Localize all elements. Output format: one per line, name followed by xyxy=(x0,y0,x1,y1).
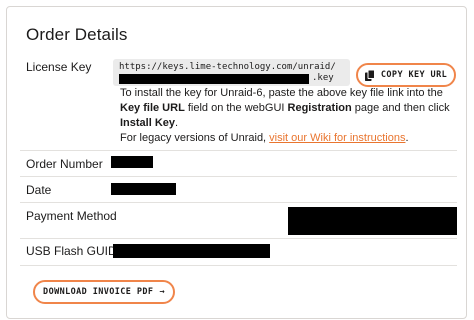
license-key-label: License Key xyxy=(26,60,92,74)
key-file-url-text: Key file URL xyxy=(120,102,185,114)
download-invoice-pdf-label: DOWNLOAD INVOICE PDF xyxy=(43,287,154,297)
license-key-url-prefix: https://keys.lime-technology.com/unraid/ xyxy=(119,62,336,72)
divider xyxy=(20,150,457,151)
order-details-card: Order Details License Key https://keys.l… xyxy=(6,6,467,319)
redacted-usb-flash-guid xyxy=(113,244,270,258)
copy-key-url-label: COPY KEY URL xyxy=(380,70,448,80)
payment-method-label: Payment Method xyxy=(26,209,117,223)
divider xyxy=(20,265,457,266)
arrow-right-icon: → xyxy=(159,287,165,297)
divider xyxy=(20,202,457,203)
registration-text: Registration xyxy=(287,102,352,114)
copy-key-url-button[interactable]: COPY KEY URL xyxy=(356,63,456,87)
legacy-instructions: For legacy versions of Unraid, visit our… xyxy=(120,132,409,144)
license-key-url-suffix: .key xyxy=(312,73,334,83)
usb-flash-guid-label: USB Flash GUID xyxy=(26,244,117,258)
divider xyxy=(20,238,457,239)
install-key-text: Install Key xyxy=(120,117,176,129)
install-instructions: To install the key for Unraid-6, paste t… xyxy=(120,87,450,129)
license-key-url-box[interactable]: https://keys.lime-technology.com/unraid/… xyxy=(113,59,350,86)
order-number-label: Order Number xyxy=(26,157,103,171)
wiki-instructions-link[interactable]: visit our Wiki for instructions xyxy=(269,132,405,144)
redacted-order-number xyxy=(111,156,153,168)
page-title: Order Details xyxy=(26,25,128,44)
date-label: Date xyxy=(26,183,52,197)
redacted-date xyxy=(111,183,176,195)
redacted-key-id xyxy=(119,74,309,84)
copy-icon xyxy=(364,69,375,81)
download-invoice-pdf-button[interactable]: DOWNLOAD INVOICE PDF → xyxy=(33,280,175,304)
redacted-payment-method xyxy=(288,207,457,235)
divider xyxy=(20,176,457,177)
